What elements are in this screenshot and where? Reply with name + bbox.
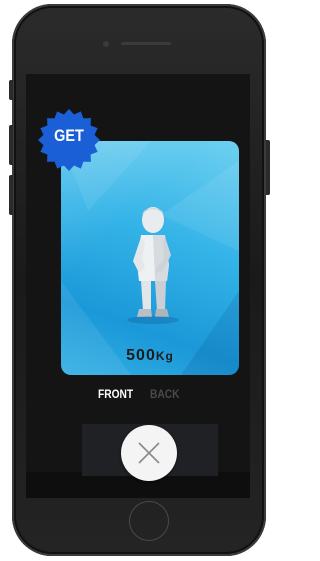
home-button[interactable] xyxy=(129,501,169,541)
close-button[interactable] xyxy=(121,425,177,481)
mute-switch xyxy=(9,80,13,100)
tab-front[interactable]: FRONT xyxy=(98,387,142,401)
close-icon xyxy=(138,442,160,464)
weight-label: 500Kg xyxy=(61,347,239,365)
volume-up-button xyxy=(9,125,13,165)
power-button xyxy=(266,140,270,195)
volume-down-button xyxy=(9,175,13,215)
view-tabs: FRONT BACK xyxy=(98,387,198,401)
earpiece-speaker xyxy=(121,42,171,45)
front-camera xyxy=(103,41,109,47)
get-badge-label[interactable]: GET xyxy=(42,126,96,146)
child-statue-icon xyxy=(127,207,179,324)
weight-value: 500 xyxy=(126,347,156,364)
model-card[interactable]: 500Kg xyxy=(61,141,239,375)
tab-back[interactable]: BACK xyxy=(150,387,179,401)
weight-unit: Kg xyxy=(155,349,174,363)
